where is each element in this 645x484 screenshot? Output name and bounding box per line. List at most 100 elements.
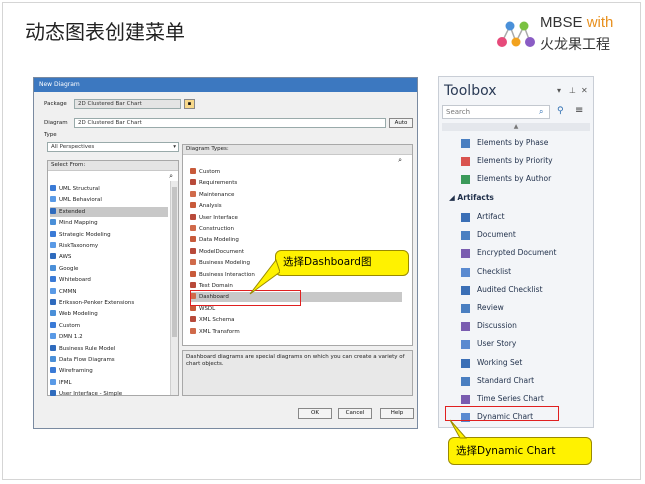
toolbox-item[interactable]: Standard Chart bbox=[461, 373, 535, 389]
diagram-type-item[interactable]: XML Schema bbox=[190, 315, 402, 325]
toolbox-item-label: Working Set bbox=[477, 357, 523, 367]
toolbox-item-icon bbox=[461, 249, 470, 259]
folder-icon: ▪ bbox=[187, 101, 192, 107]
toolbox-item-icon bbox=[461, 322, 470, 332]
select-from-item-icon bbox=[50, 185, 56, 191]
select-from-item[interactable]: Google bbox=[50, 264, 168, 274]
diagram-type-item-icon bbox=[190, 259, 196, 266]
select-from-scrollbar[interactable] bbox=[170, 181, 178, 395]
diagram-label: Diagram bbox=[44, 120, 68, 126]
toolbox-item[interactable]: Elements by Author bbox=[461, 171, 551, 187]
toolbox-item-label: Audited Checklist bbox=[477, 284, 543, 294]
toolbox-item-label: Standard Chart bbox=[477, 375, 535, 385]
select-from-item[interactable]: Eriksson-Penker Extensions bbox=[50, 298, 168, 308]
toolbox-panel: Toolbox ▾ ⊥ ✕ Search ⌕ ⚲ ≡ ▲ Elements by… bbox=[438, 76, 594, 428]
logo: MBSE with 火龙果工程 bbox=[494, 14, 624, 56]
artifacts-group-header[interactable]: ◢ Artifacts bbox=[449, 193, 494, 202]
toolbox-item-icon bbox=[461, 304, 470, 313]
toolbox-item[interactable]: Audited Checklist bbox=[461, 282, 543, 298]
toolbox-item-label: Checklist bbox=[477, 266, 512, 276]
select-from-item[interactable]: RiskTaxonomy bbox=[50, 241, 168, 251]
diagram-type-item[interactable]: Custom bbox=[190, 167, 402, 177]
select-from-item-label: IFML bbox=[59, 379, 72, 386]
toolbox-item-icon bbox=[461, 267, 470, 277]
select-from-item-icon bbox=[50, 333, 56, 340]
cancel-button[interactable]: Cancel bbox=[338, 408, 372, 419]
diagram-type-item-icon bbox=[190, 168, 196, 174]
diagram-type-item-label: Business Modeling bbox=[199, 260, 251, 267]
ok-button[interactable]: OK bbox=[298, 408, 332, 419]
search-icon[interactable]: ⌕ bbox=[398, 156, 402, 165]
select-from-item[interactable]: UML Behavioral bbox=[50, 195, 168, 205]
select-from-item-label: UML Structural bbox=[59, 186, 100, 192]
select-from-item[interactable]: Wireframing bbox=[50, 366, 168, 376]
select-from-item[interactable]: Mind Mapping bbox=[50, 218, 168, 228]
diagram-type-item[interactable]: Requirements bbox=[190, 178, 402, 188]
diagram-type-item-label: Maintenance bbox=[199, 191, 235, 198]
select-from-item[interactable]: IFML bbox=[50, 378, 168, 388]
menu-icon[interactable]: ≡ bbox=[575, 105, 583, 116]
select-from-item-label: Mind Mapping bbox=[59, 220, 98, 227]
toolbox-item[interactable]: Working Set bbox=[461, 355, 523, 371]
select-from-item[interactable]: Custom bbox=[50, 321, 168, 331]
select-from-item[interactable]: Business Rule Model bbox=[50, 344, 168, 354]
select-from-item-icon bbox=[50, 196, 56, 203]
close-icon[interactable]: ✕ bbox=[581, 86, 588, 95]
diagram-type-item-icon bbox=[190, 236, 196, 243]
toolbox-item[interactable]: Encrypted Document bbox=[461, 245, 556, 261]
diagram-type-item[interactable]: Construction bbox=[190, 224, 402, 234]
toolbox-item[interactable]: Time Series Chart bbox=[461, 391, 544, 407]
pin-icon[interactable]: ⊥ bbox=[569, 86, 576, 95]
toolbox-item[interactable]: User Story bbox=[461, 336, 516, 352]
toolbox-item[interactable]: Elements by Phase bbox=[461, 135, 548, 151]
search-icon[interactable]: ⌕ bbox=[539, 107, 543, 117]
auto-button[interactable]: Auto bbox=[389, 118, 413, 128]
select-from-item[interactable]: UML Structural bbox=[50, 184, 168, 194]
toolbox-item-label: Elements by Priority bbox=[477, 156, 553, 165]
find-toolbox-icon[interactable]: ⚲ bbox=[557, 106, 564, 116]
select-from-item-icon bbox=[50, 253, 56, 260]
toolbox-item[interactable]: Checklist bbox=[461, 264, 512, 280]
help-button[interactable]: Help bbox=[380, 408, 414, 419]
diagram-type-item[interactable]: User Interface bbox=[190, 213, 402, 223]
toolbox-item[interactable]: Elements by Priority bbox=[461, 153, 553, 169]
select-from-item[interactable]: Data Flow Diagrams bbox=[50, 355, 168, 365]
diagram-type-item-icon bbox=[190, 282, 196, 288]
logo-mark-icon bbox=[497, 21, 535, 47]
package-browse-button[interactable]: ▪ bbox=[184, 99, 195, 109]
select-from-item-icon bbox=[50, 367, 56, 374]
type-label: Type bbox=[44, 132, 57, 138]
diagram-types-header: Diagram Types: bbox=[183, 145, 412, 155]
select-from-item[interactable]: AWS bbox=[50, 252, 168, 262]
toolbox-item[interactable]: Document bbox=[461, 227, 516, 243]
dropdown-icon[interactable]: ▾ bbox=[557, 86, 561, 95]
toolbox-item[interactable]: Artifact bbox=[461, 209, 505, 225]
select-from-item[interactable]: DMN 1.2 bbox=[50, 332, 168, 342]
select-from-item[interactable]: Strategic Modeling bbox=[50, 230, 168, 240]
select-from-item-icon bbox=[50, 287, 56, 294]
select-from-item[interactable]: CMMN bbox=[50, 287, 168, 297]
diagram-type-item[interactable]: XML Transform bbox=[190, 327, 402, 337]
diagram-type-item[interactable]: Analysis bbox=[190, 201, 402, 211]
select-from-item-icon bbox=[50, 242, 56, 248]
search-icon[interactable]: ⌕ bbox=[169, 172, 173, 181]
select-from-item[interactable]: Extended bbox=[50, 206, 168, 217]
select-from-item[interactable]: User Interface - Simple bbox=[50, 389, 168, 399]
select-from-item-label: Custom bbox=[59, 322, 81, 329]
toolbox-item-label: Artifact bbox=[477, 212, 505, 221]
scroll-up-icon[interactable]: ▲ bbox=[442, 123, 590, 131]
chevron-down-icon: ▾ bbox=[173, 144, 176, 150]
select-from-item-label: User Interface - Simple bbox=[59, 391, 123, 398]
diagram-type-item[interactable]: Maintenance bbox=[190, 190, 402, 200]
toolbox-search-input[interactable]: Search bbox=[442, 105, 550, 119]
select-from-item-label: RiskTaxonomy bbox=[59, 243, 99, 249]
diagram-type-item-label: Construction bbox=[199, 226, 235, 232]
toolbox-item[interactable]: Review bbox=[461, 300, 504, 316]
select-from-item-label: UML Behavioral bbox=[59, 197, 102, 204]
select-from-item[interactable]: Web Modeling bbox=[50, 309, 168, 319]
perspective-select[interactable]: All Perspectives ▾ bbox=[47, 142, 179, 152]
diagram-type-item[interactable]: Data Modeling bbox=[190, 235, 402, 245]
select-from-item[interactable]: Whiteboard bbox=[50, 275, 168, 285]
diagram-name-input[interactable]: 2D Clustered Bar Chart bbox=[74, 118, 386, 128]
toolbox-item[interactable]: Discussion bbox=[461, 318, 517, 334]
